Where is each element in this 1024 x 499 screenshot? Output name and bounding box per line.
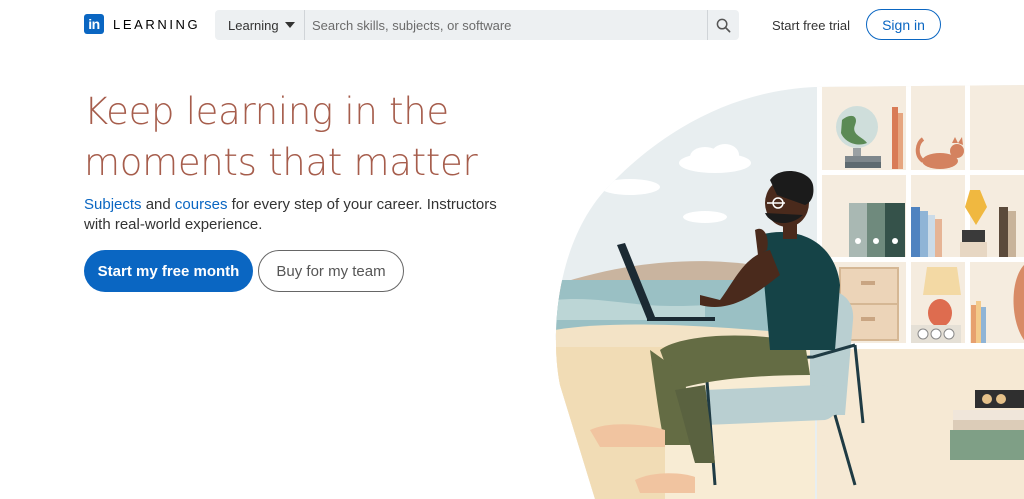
hero-illustration bbox=[555, 85, 1024, 499]
hero-title: Keep learning in the moments that matter bbox=[84, 86, 544, 188]
search-input[interactable] bbox=[305, 10, 707, 40]
linkedin-logo-icon: in bbox=[84, 14, 104, 34]
subjects-link[interactable]: Subjects bbox=[84, 196, 142, 213]
top-nav: in LEARNING Learning Start free trial Si… bbox=[0, 0, 1024, 50]
caret-down-icon bbox=[284, 22, 295, 28]
search-button[interactable] bbox=[707, 10, 739, 40]
start-free-trial-link[interactable]: Start free trial bbox=[772, 18, 850, 33]
linkedin-learning-logo[interactable]: in LEARNING bbox=[84, 14, 200, 34]
logo-wordmark: LEARNING bbox=[113, 16, 201, 32]
hero-title-line2: moments that matter bbox=[84, 141, 478, 184]
binders bbox=[849, 203, 905, 257]
start-free-month-button[interactable]: Start my free month bbox=[84, 250, 253, 292]
search-scope-dropdown[interactable]: Learning bbox=[215, 10, 305, 40]
sign-in-button[interactable]: Sign in bbox=[866, 9, 941, 40]
courses-link[interactable]: courses bbox=[175, 196, 228, 213]
subtitle-and: and bbox=[141, 196, 175, 213]
hero-subtitle: Subjects and courses for every step of y… bbox=[84, 195, 514, 235]
search-icon bbox=[716, 18, 731, 32]
hero-title-line1: Keep learning in the bbox=[84, 90, 449, 133]
search-scope-label: Learning bbox=[228, 17, 279, 33]
buy-for-team-button[interactable]: Buy for my team bbox=[258, 250, 404, 292]
search-bar: Learning bbox=[215, 10, 739, 40]
